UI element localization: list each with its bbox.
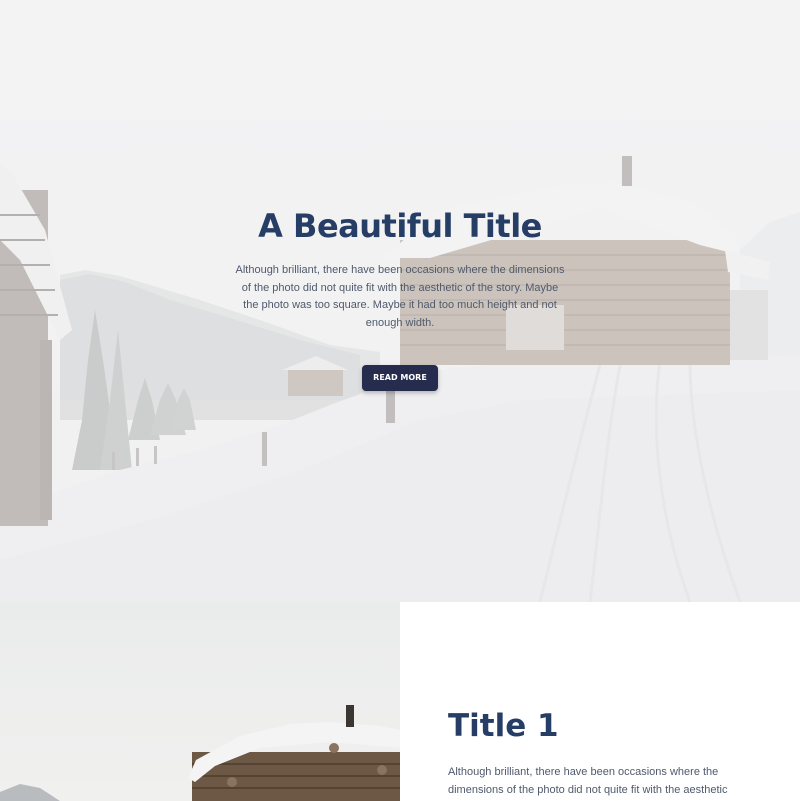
feature-section-1: Title 1 Although brilliant, there have b… <box>0 602 800 801</box>
hero-description: Although brilliant, there have been occa… <box>235 264 565 329</box>
hero-title: A Beautiful Title <box>258 207 542 245</box>
feature-text-panel: Title 1 Although brilliant, there have b… <box>400 602 800 801</box>
hero-content: A Beautiful Title Although brilliant, th… <box>0 206 800 391</box>
feature-image <box>0 602 400 801</box>
feature-title: Title 1 <box>448 708 559 744</box>
feature-description: Although brilliant, there have been occa… <box>448 766 728 796</box>
cabin-photo <box>0 705 400 801</box>
hero-section: A Beautiful Title Although brilliant, th… <box>0 0 800 602</box>
read-more-button[interactable]: READ MORE <box>362 365 438 391</box>
